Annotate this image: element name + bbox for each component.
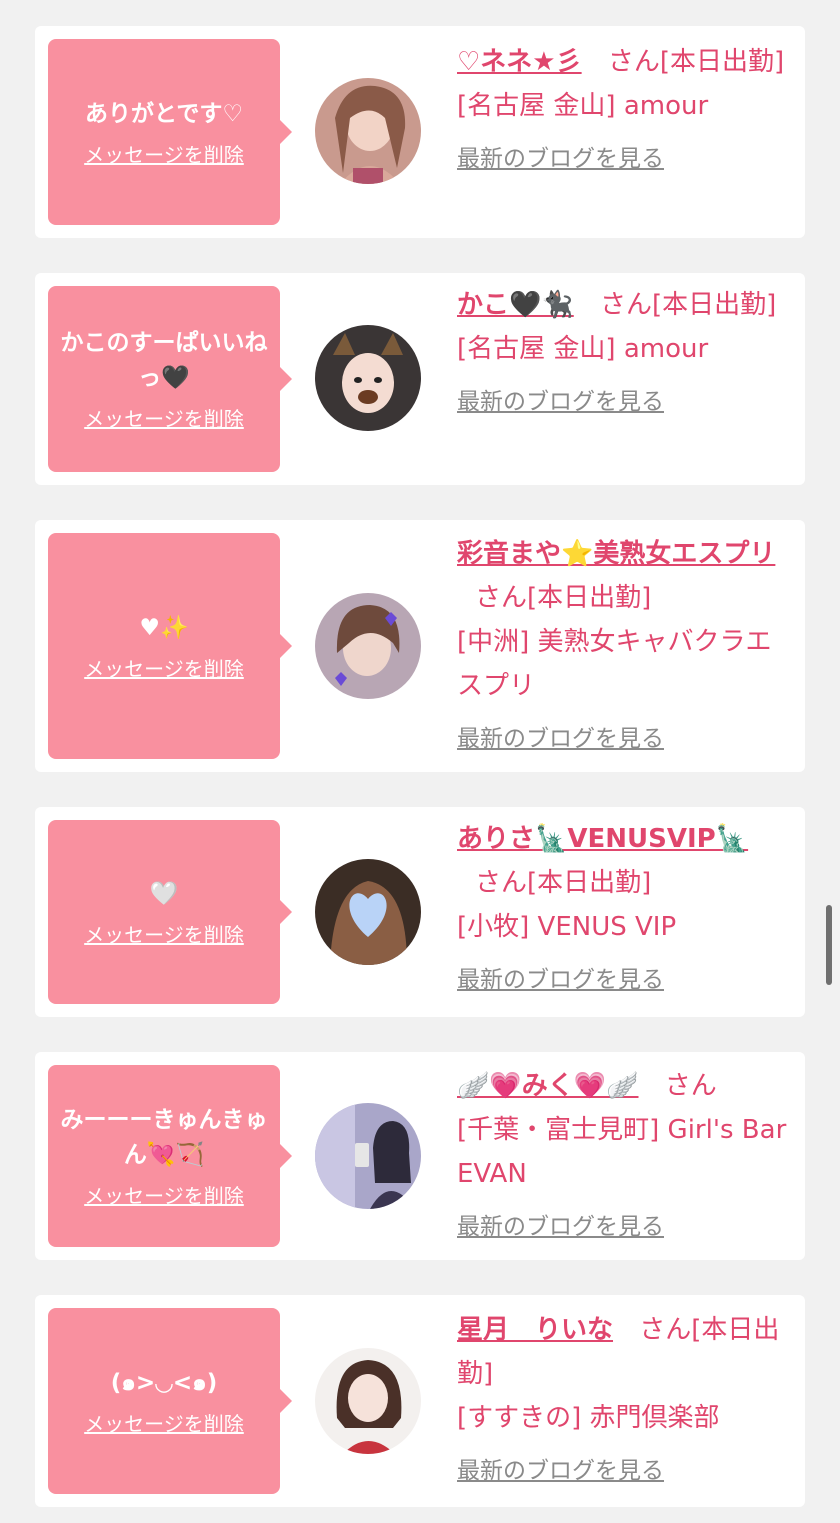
delete-message-link[interactable]: メッセージを削除 [84,656,244,682]
sender-info: 彩音まや⭐美熟女エスプリ さん[本日出勤] [中洲] 美熟女キャバクラエスプリ … [457,532,787,754]
sender-info: 🪽💗みく💗🪽 さん [千葉・富士見町] Girl's Bar EVAN 最新のブ… [457,1064,787,1242]
latest-blog-link[interactable]: 最新のブログを見る [457,965,787,995]
message-text: (๑>◡<๑) [110,1369,218,1396]
scrollbar[interactable] [826,905,832,985]
delete-message-link[interactable]: メッセージを削除 [84,142,244,168]
latest-blog-link[interactable]: 最新のブログを見る [457,387,787,417]
sender-name-link[interactable]: ♡ネネ★彡 [457,47,582,77]
message-text: かこのすーぱいいねっ🖤 [60,330,268,391]
avatar[interactable] [315,325,421,431]
delete-message-link[interactable]: メッセージを削除 [84,922,244,948]
message-bubble: (๑>◡<๑) メッセージを削除 [48,1308,292,1494]
sender-name-link[interactable]: かこ🖤🐈‍⬛ [457,290,574,320]
shop-name: [千葉・富士見町] Girl's Bar EVAN [457,1115,787,1189]
avatar[interactable] [315,1103,421,1209]
latest-blog-link[interactable]: 最新のブログを見る [457,724,787,754]
sender-info: ありさ🗽VENUSVIP🗽 さん[本日出勤] [小牧] VENUS VIP 最新… [457,817,787,995]
sender-info: 星月 りいな さん[本日出勤] [すすきの] 赤門倶楽部 最新のブログを見る [457,1308,787,1486]
message-card: 🤍 メッセージを削除 ありさ🗽VENUSVIP🗽 さん[本日出勤] [小牧] V… [35,807,805,1017]
sender-name-link[interactable]: 星月 りいな [457,1315,613,1345]
message-card: かこのすーぱいいねっ🖤 メッセージを削除 かこ🖤🐈‍⬛ さん[本日出勤] [名古… [35,273,805,485]
message-bubble: ありがとです♡ メッセージを削除 [48,39,292,225]
shop-name: [小牧] VENUS VIP [457,912,677,942]
avatar[interactable] [315,1348,421,1454]
message-bubble: 🤍 メッセージを削除 [48,820,292,1004]
sender-status: さん [664,1071,717,1101]
latest-blog-link[interactable]: 最新のブログを見る [457,144,787,174]
shop-name: [名古屋 金山] amour [457,91,709,121]
shop-name: [名古屋 金山] amour [457,334,709,364]
shop-name: [すすきの] 赤門倶楽部 [457,1403,720,1433]
latest-blog-link[interactable]: 最新のブログを見る [457,1456,787,1486]
message-bubble: みーーーきゅんきゅん💘🏹 メッセージを削除 [48,1065,292,1247]
sender-name-link[interactable]: 🪽💗みく💗🪽 [457,1071,639,1101]
message-card: ありがとです♡ メッセージを削除 ♡ネネ★彡 さん[本日出勤] [名古屋 金山]… [35,26,805,238]
sender-name-link[interactable]: ありさ🗽VENUSVIP🗽 [457,824,748,854]
sender-info: ♡ネネ★彡 さん[本日出勤] [名古屋 金山] amour 最新のブログを見る [457,40,787,174]
message-card: みーーーきゅんきゅん💘🏹 メッセージを削除 🪽💗みく💗🪽 さん [千葉・富士見町… [35,1052,805,1260]
message-card: (๑>◡<๑) メッセージを削除 星月 りいな さん[本日出勤] [すすきの] … [35,1295,805,1507]
avatar[interactable] [315,78,421,184]
message-text: ♥✨ [139,614,189,641]
avatar[interactable] [315,859,421,965]
message-text: 🤍 [149,880,179,907]
sender-info: かこ🖤🐈‍⬛ さん[本日出勤] [名古屋 金山] amour 最新のブログを見る [457,283,787,417]
sender-status: さん[本日出勤] [607,47,785,77]
message-text: みーーーきゅんきゅん💘🏹 [60,1107,268,1168]
message-bubble: かこのすーぱいいねっ🖤 メッセージを削除 [48,286,292,472]
delete-message-link[interactable]: メッセージを削除 [84,406,244,432]
latest-blog-link[interactable]: 最新のブログを見る [457,1212,787,1242]
message-bubble: ♥✨ メッセージを削除 [48,533,292,759]
message-text: ありがとです♡ [85,100,243,127]
avatar[interactable] [315,593,421,699]
message-card: ♥✨ メッセージを削除 彩音まや⭐美熟女エスプリ さん[本日出勤] [中洲] 美… [35,520,805,772]
sender-status: さん[本日出勤] [600,290,777,320]
sender-status: さん[本日出勤] [475,868,652,898]
sender-name-link[interactable]: 彩音まや⭐美熟女エスプリ [457,539,775,569]
delete-message-link[interactable]: メッセージを削除 [84,1411,244,1437]
sender-status: さん[本日出勤] [475,583,652,613]
delete-message-link[interactable]: メッセージを削除 [84,1183,244,1209]
shop-name: [中洲] 美熟女キャバクラエスプリ [457,627,772,701]
